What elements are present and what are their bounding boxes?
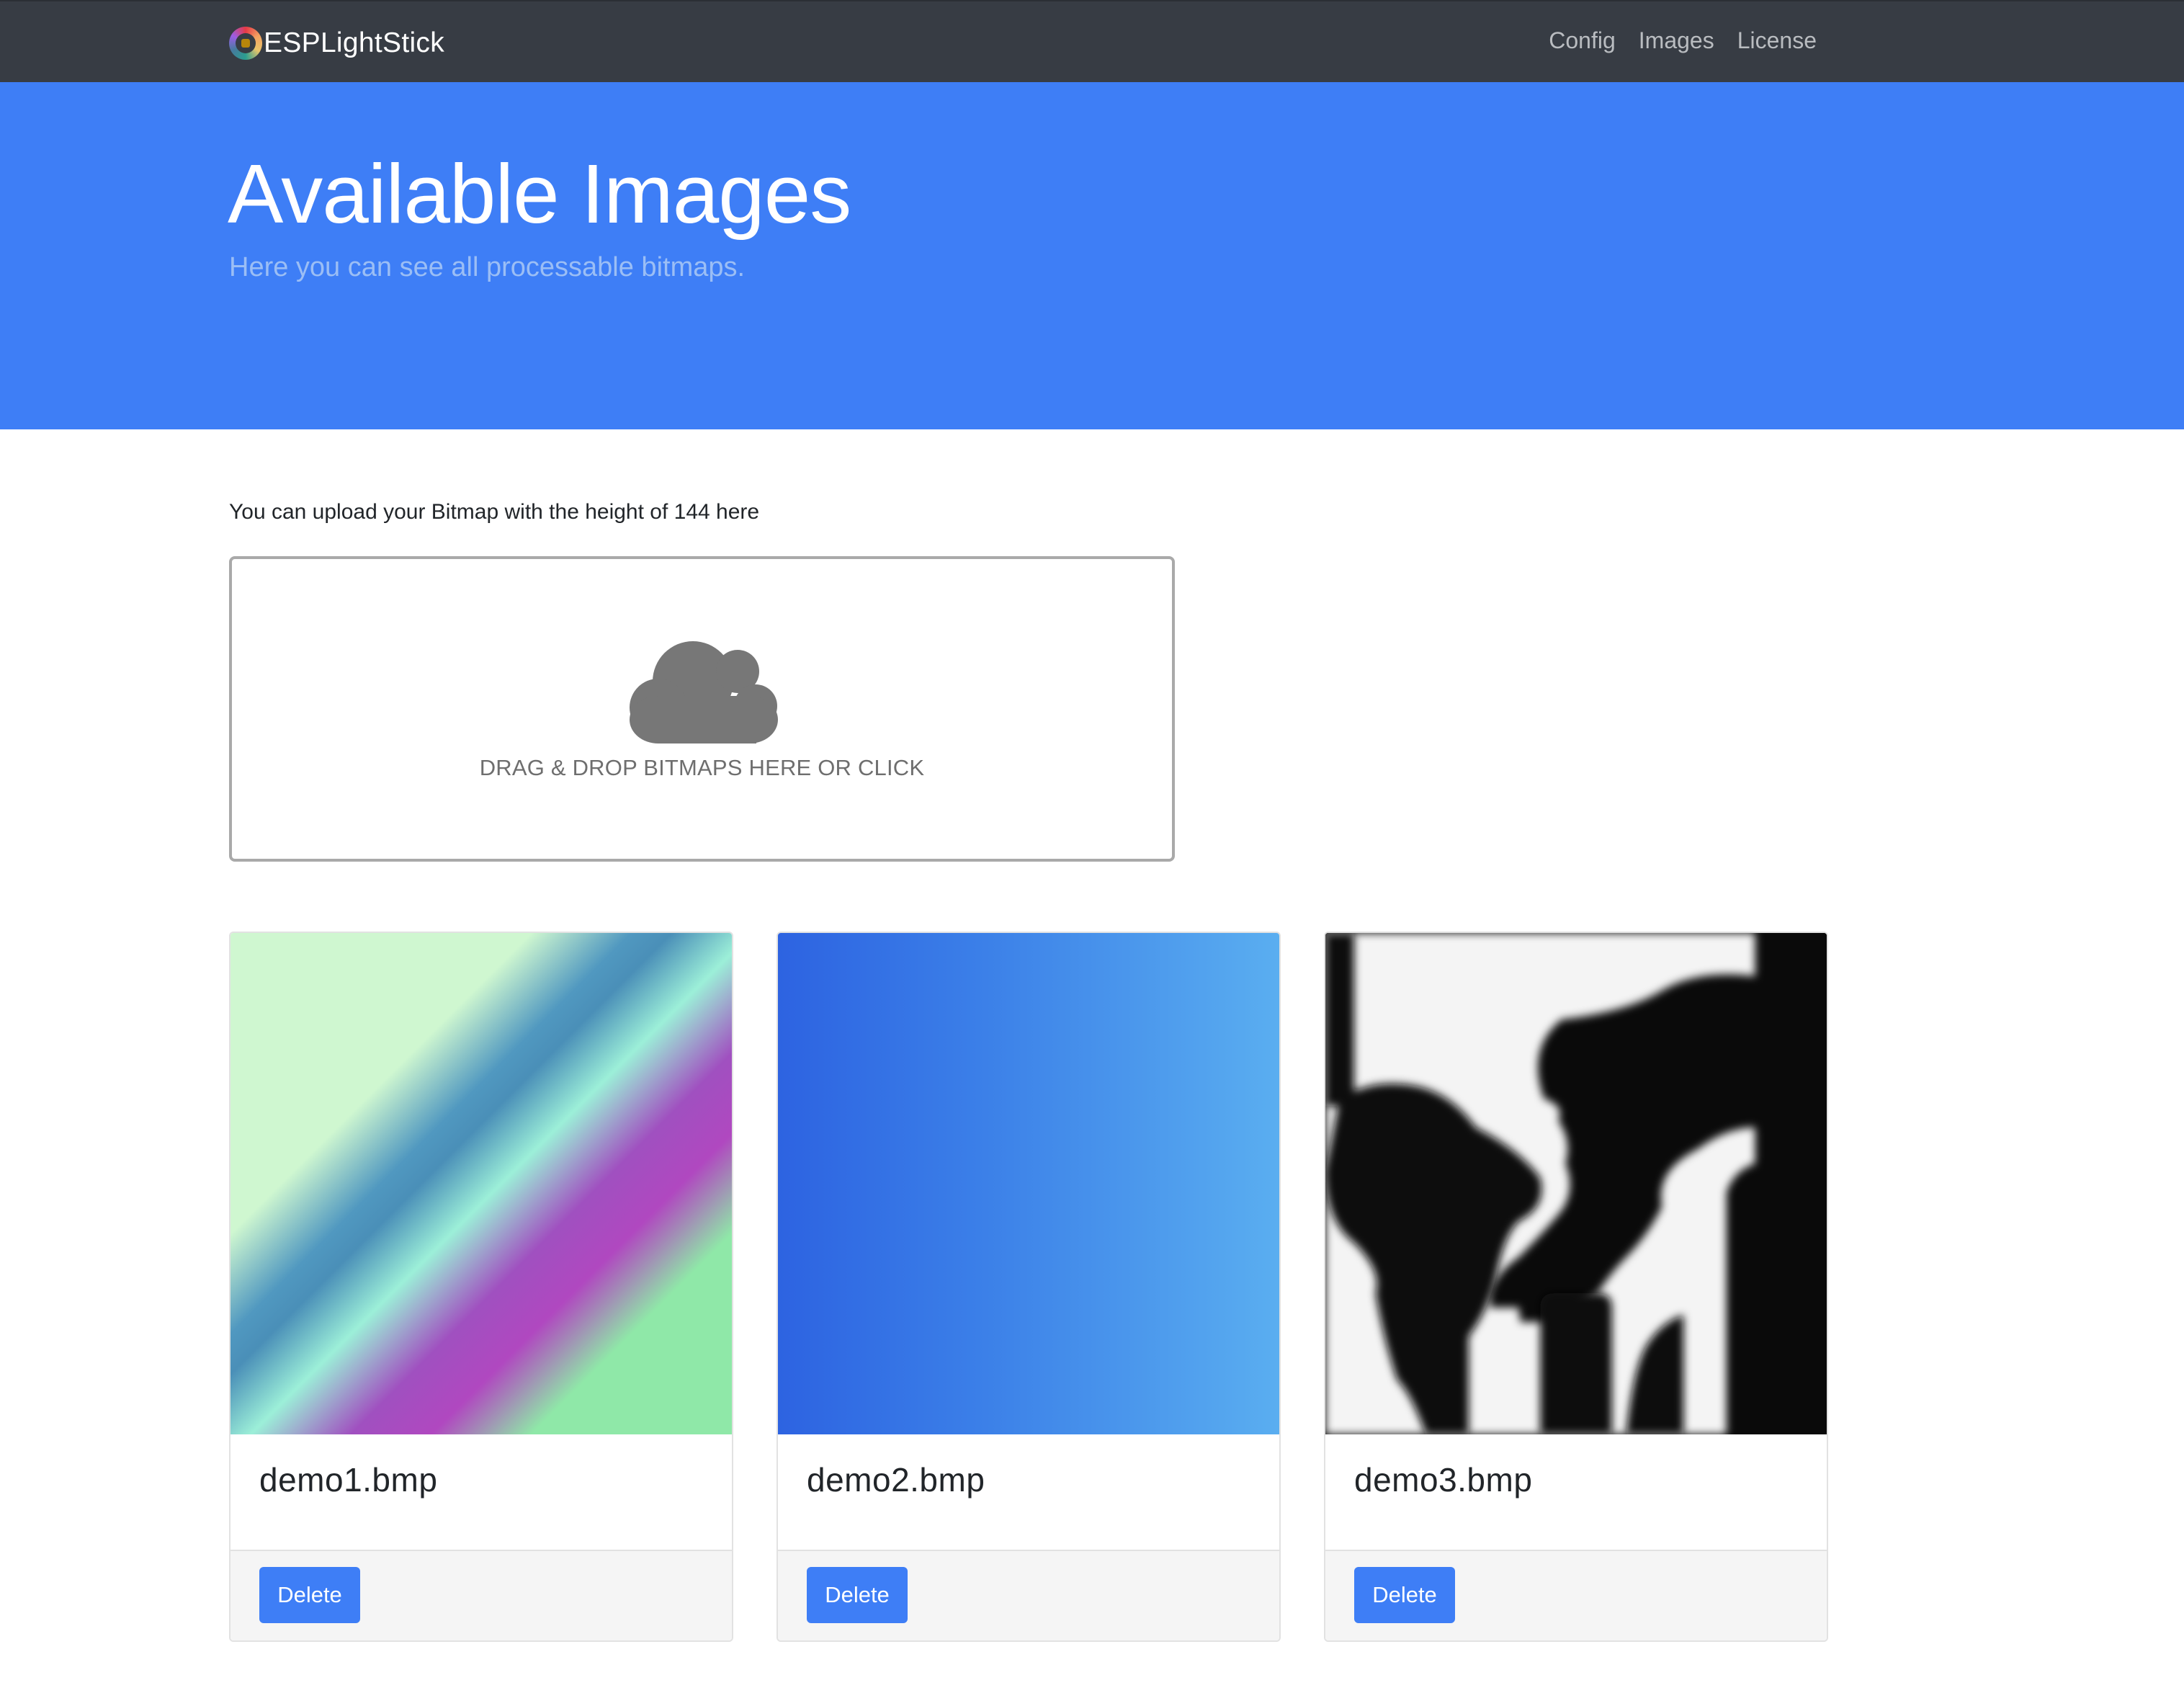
navbar: ESPLightStick Config Images License <box>0 0 2184 82</box>
upload-label: You can upload your Bitmap with the heig… <box>229 500 760 524</box>
brand[interactable]: ESPLightStick <box>229 23 444 63</box>
card-footer: Delete <box>1325 1550 1827 1640</box>
image-card: demo3.bmp Delete <box>1324 932 1828 1642</box>
page-title: Available Images <box>228 147 851 241</box>
delete-button[interactable]: Delete <box>1354 1567 1455 1623</box>
image-card: demo2.bmp Delete <box>777 932 1281 1642</box>
card-footer: Delete <box>778 1550 1279 1640</box>
upload-dropzone[interactable]: DRAG & DROP BITMAPS HERE OR CLICK <box>229 556 1175 862</box>
image-preview <box>778 933 1279 1434</box>
hero-banner: Available Images Here you can see all pr… <box>0 82 2184 429</box>
image-filename: demo3.bmp <box>1354 1461 1533 1499</box>
nav-links: Config Images License <box>1549 27 1817 54</box>
dropzone-text: DRAG & DROP BITMAPS HERE OR CLICK <box>479 755 925 780</box>
page-subtitle: Here you can see all processable bitmaps… <box>229 252 746 282</box>
nav-link-images[interactable]: Images <box>1639 27 1714 54</box>
nav-link-license[interactable]: License <box>1737 27 1817 54</box>
image-filename: demo1.bmp <box>259 1461 438 1499</box>
card-footer: Delete <box>231 1550 732 1640</box>
image-filename: demo2.bmp <box>807 1461 985 1499</box>
image-preview <box>231 933 732 1434</box>
brand-name: ESPLightStick <box>264 27 445 58</box>
image-preview <box>1325 933 1827 1434</box>
nav-link-config[interactable]: Config <box>1549 27 1616 54</box>
delete-button[interactable]: Delete <box>259 1567 360 1623</box>
image-card: demo1.bmp Delete <box>229 932 733 1642</box>
delete-button[interactable]: Delete <box>807 1567 908 1623</box>
logo-icon <box>229 27 262 60</box>
cloud-icon <box>630 641 778 743</box>
